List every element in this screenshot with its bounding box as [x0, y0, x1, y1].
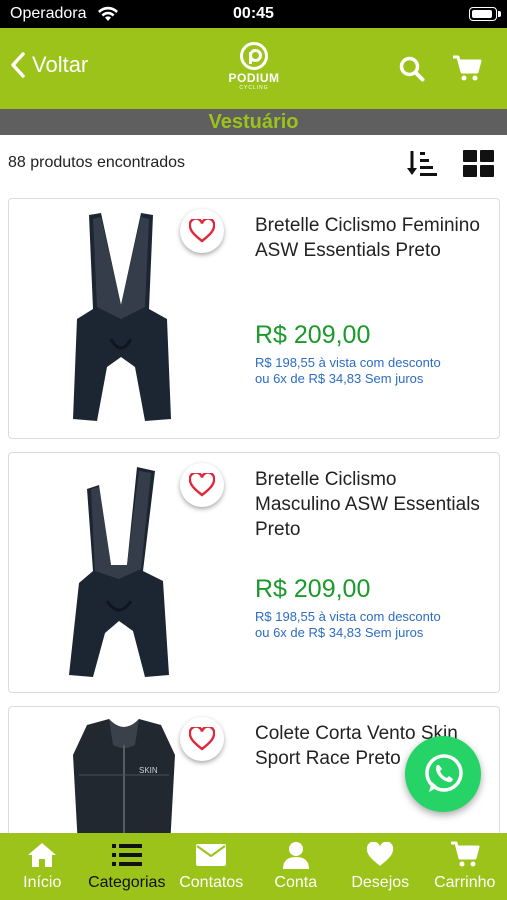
product-installments: R$ 198,55 à vista com desconto ou 6x de … [255, 355, 441, 387]
tab-label: Carrinho [434, 874, 496, 891]
category-title: Vestuário [0, 109, 507, 135]
product-title[interactable]: Bretelle Ciclismo Masculino ASW Essentia… [255, 467, 485, 542]
heart-outline-icon [189, 473, 215, 497]
product-installments: R$ 198,55 à vista com desconto ou 6x de … [255, 609, 441, 641]
cart-icon [423, 841, 507, 869]
product-brand-text: SKIN [139, 766, 158, 775]
installments-line-2: ou 6x de R$ 34,83 Sem juros [255, 371, 424, 386]
search-button[interactable] [398, 55, 426, 88]
product-card[interactable]: Bretelle Ciclismo Feminino ASW Essential… [8, 198, 500, 439]
tab-desejos[interactable]: Desejos [338, 833, 423, 900]
cart-button[interactable] [452, 55, 482, 88]
grid-icon [463, 150, 494, 177]
logo-sub: CYCLING [239, 85, 269, 91]
logo-name: PODIUM [228, 71, 280, 85]
grid-view-button[interactable] [463, 150, 494, 183]
search-icon [399, 56, 425, 82]
installments-line-1: R$ 198,55 à vista com desconto [255, 609, 441, 624]
clock: 00:45 [233, 5, 274, 22]
list-icon [85, 841, 170, 869]
tab-label: Contatos [179, 874, 244, 891]
heart-icon [338, 841, 423, 869]
status-bar: Operadora 00:45 [0, 0, 507, 28]
whatsapp-icon [425, 754, 463, 792]
bottom-tab-bar: Início Categorias Contatos Conta Desejos… [0, 833, 507, 900]
tab-label: Categorias [88, 874, 166, 891]
sort-icon [407, 151, 437, 176]
wishlist-button[interactable] [180, 209, 224, 253]
wishlist-button[interactable] [180, 717, 224, 761]
product-image[interactable] [49, 207, 199, 429]
sort-button[interactable] [406, 149, 438, 184]
home-icon [0, 841, 85, 869]
tab-categorias[interactable]: Categorias [85, 833, 170, 900]
tab-label: Início [23, 874, 62, 891]
installments-line-1: R$ 198,55 à vista com desconto [255, 355, 441, 370]
installments-line-2: ou 6x de R$ 34,83 Sem juros [255, 625, 424, 640]
tab-contatos[interactable]: Contatos [169, 833, 254, 900]
tab-inicio[interactable]: Início [0, 833, 85, 900]
product-image[interactable] [49, 461, 199, 683]
product-price: R$ 209,00 [255, 321, 371, 349]
tab-conta[interactable]: Conta [254, 833, 339, 900]
brand-logo: PODIUM CYCLING [224, 42, 284, 98]
envelope-icon [169, 841, 254, 869]
wishlist-button[interactable] [180, 463, 224, 507]
battery-icon [469, 7, 501, 21]
back-label: Voltar [32, 52, 89, 77]
tab-label: Conta [274, 874, 318, 891]
chevron-left-icon [11, 52, 25, 78]
back-button[interactable]: Voltar [10, 52, 88, 78]
heart-outline-icon [189, 727, 215, 751]
heart-outline-icon [189, 219, 215, 243]
tab-label: Desejos [351, 874, 410, 891]
product-price: R$ 209,00 [255, 575, 371, 603]
product-title[interactable]: Bretelle Ciclismo Feminino ASW Essential… [255, 213, 485, 263]
whatsapp-button[interactable] [405, 736, 481, 812]
results-count: 88 produtos encontrados [8, 154, 186, 171]
top-navbar: Voltar PODIUM CYCLING [0, 28, 507, 109]
product-card[interactable]: Bretelle Ciclismo Masculino ASW Essentia… [8, 452, 500, 693]
cart-icon [453, 55, 482, 81]
user-icon [254, 841, 339, 869]
tab-carrinho[interactable]: Carrinho [423, 833, 507, 900]
